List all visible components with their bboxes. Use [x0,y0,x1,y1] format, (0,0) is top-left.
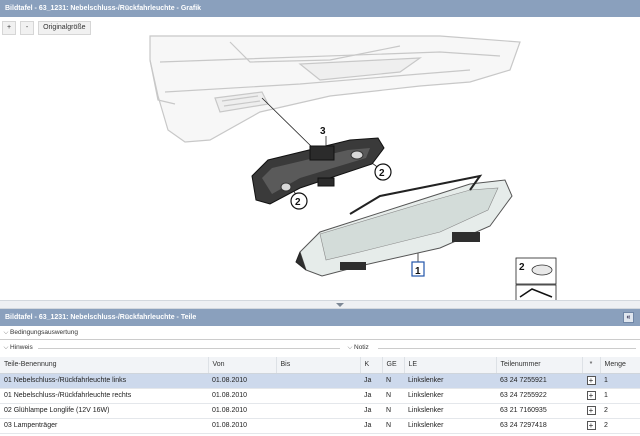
cell-k: Ja [360,418,382,434]
cell-qty: 1 [600,373,640,389]
cell-add: + [582,373,600,389]
add-to-cart-icon[interactable]: + [586,376,596,385]
cell-qty: 1 [600,388,640,404]
cell-ge: N [382,373,404,389]
col-header-part-no[interactable]: Teilenummer [496,357,583,374]
section-notes-label: Notiz [354,344,369,351]
cell-from: 01.08.2010 [208,388,276,404]
cell-le: Linkslenker [404,373,496,389]
chevron-down-icon: ⌵ [3,344,9,351]
cell-add: + [582,403,600,419]
table-header-row: Teile-Benennung Von Bis K GE LE Teilenum… [0,357,640,374]
col-header-k[interactable]: K [360,357,383,374]
cell-qty: 2 [600,418,640,434]
table-row[interactable]: 02 Glühlampe Longlife (12V 16W) 01.08.20… [0,403,640,419]
zoom-in-button[interactable]: + [2,21,17,35]
cell-name: 02 Glühlampe Longlife (12V 16W) [0,403,208,419]
cell-add: + [582,418,600,434]
legend-thumbnail: 2 [515,257,557,302]
add-to-cart-icon[interactable]: + [586,406,596,415]
cell-from: 01.08.2010 [208,403,276,419]
cell-to [276,388,360,404]
graphic-panel-title: Bildtafel - 63_1231: Nebelschluss-/Rückf… [0,0,640,17]
col-header-to[interactable]: Bis [276,357,361,374]
table-row[interactable]: 03 Lampenträger 01.08.2010 Ja N Linkslen… [0,418,640,434]
bumper-drawing [149,35,521,143]
col-header-ge[interactable]: GE [382,357,405,374]
section-divider [0,339,640,340]
add-to-cart-icon[interactable]: + [586,421,596,430]
cell-part-no: 63 21 7160935 [496,403,582,419]
cell-qty: 2 [600,403,640,419]
cell-part-no: 63 24 7255921 [496,373,582,389]
parts-panel-title: Bildtafel - 63_1231: Nebelschluss-/Rückf… [0,309,640,326]
callout-3: 3 [320,126,326,137]
legend-callout-2: 2 [519,262,525,273]
cell-le: Linkslenker [404,388,496,404]
cell-to [276,403,360,419]
chevron-down-icon: ⌵ [3,329,9,336]
section-hints-label: Hinweis [10,344,33,351]
zoom-out-button[interactable]: - [20,21,35,35]
col-header-star[interactable]: * [582,357,601,374]
cell-ge: N [382,388,404,404]
panel-splitter[interactable] [0,300,640,309]
parts-diagram[interactable]: 3 2 2 1 2 [0,35,640,302]
section-notes[interactable]: ⌵ Notiz [346,342,369,354]
cell-ge: N [382,403,404,419]
add-to-cart-icon[interactable]: + [586,391,596,400]
lamp-carrier-drawing [251,137,385,205]
col-header-qty[interactable]: Menge [600,357,640,374]
cell-k: Ja [360,403,382,419]
parts-table: Teile-Benennung Von Bis K GE LE Teilenum… [0,357,640,434]
notes-divider [378,348,636,349]
parts-panel-title-text: Bildtafel - 63_1231: Nebelschluss-/Rückf… [5,314,197,321]
collapse-panel-button[interactable]: « [623,312,634,323]
chevron-down-icon: ⌵ [347,344,353,351]
table-row[interactable]: 01 Nebelschluss-/Rückfahrleuchte rechts … [0,388,640,404]
hints-divider [38,348,340,349]
cell-to [276,418,360,434]
fog-lamp-drawing [295,174,513,277]
cell-from: 01.08.2010 [208,418,276,434]
cell-k: Ja [360,373,382,389]
cell-name: 01 Nebelschluss-/Rückfahrleuchte rechts [0,388,208,404]
callout-2a: 2 [379,168,385,179]
cell-part-no: 63 24 7297418 [496,418,582,434]
callout-1: 1 [415,266,421,277]
cell-part-no: 63 24 7255922 [496,388,582,404]
callout-2b: 2 [295,197,301,208]
col-header-from[interactable]: Von [208,357,277,374]
cell-name: 03 Lampenträger [0,418,208,434]
cell-add: + [582,388,600,404]
cell-le: Linkslenker [404,403,496,419]
cell-to [276,373,360,389]
cell-k: Ja [360,388,382,404]
original-size-button[interactable]: Originalgröße [38,21,91,35]
cell-ge: N [382,418,404,434]
section-conditions[interactable]: ⌵ Bedingungsauswertung [2,327,78,339]
graphic-toolbar: + - Originalgröße [2,21,91,35]
col-header-name[interactable]: Teile-Benennung [0,357,209,374]
cell-name: 01 Nebelschluss-/Rückfahrleuchte links [0,373,208,389]
splitter-arrow-icon[interactable] [336,303,344,307]
section-hints[interactable]: ⌵ Hinweis [2,342,33,354]
cell-from: 01.08.2010 [208,373,276,389]
section-conditions-label: Bedingungsauswertung [10,329,78,336]
col-header-le[interactable]: LE [404,357,497,374]
table-row[interactable]: 01 Nebelschluss-/Rückfahrleuchte links 0… [0,373,640,389]
cell-le: Linkslenker [404,418,496,434]
